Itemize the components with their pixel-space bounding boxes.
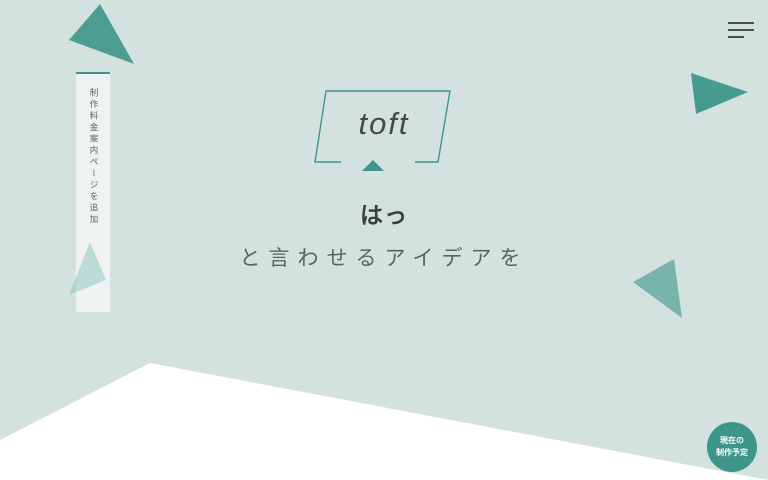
menu-line <box>728 22 754 24</box>
tagline-line1: はっ <box>360 203 408 229</box>
schedule-badge-line1: 現在の <box>720 436 744 445</box>
floor-shape <box>0 363 768 480</box>
schedule-badge-line2: 制作予定 <box>716 448 748 457</box>
logo[interactable]: toft <box>0 106 768 142</box>
menu-button[interactable] <box>724 18 758 44</box>
schedule-badge[interactable]: 現在の 制作予定 <box>707 422 757 472</box>
hero-section: 制作料金案内ページを追加 toft はっ と言わせるアイデアを 現在の 制作予定 <box>0 0 768 480</box>
menu-line <box>728 29 754 31</box>
triangle-top-left <box>69 4 134 64</box>
menu-line <box>728 36 744 38</box>
tagline-line2: と言わせるアイデアを <box>239 246 529 270</box>
